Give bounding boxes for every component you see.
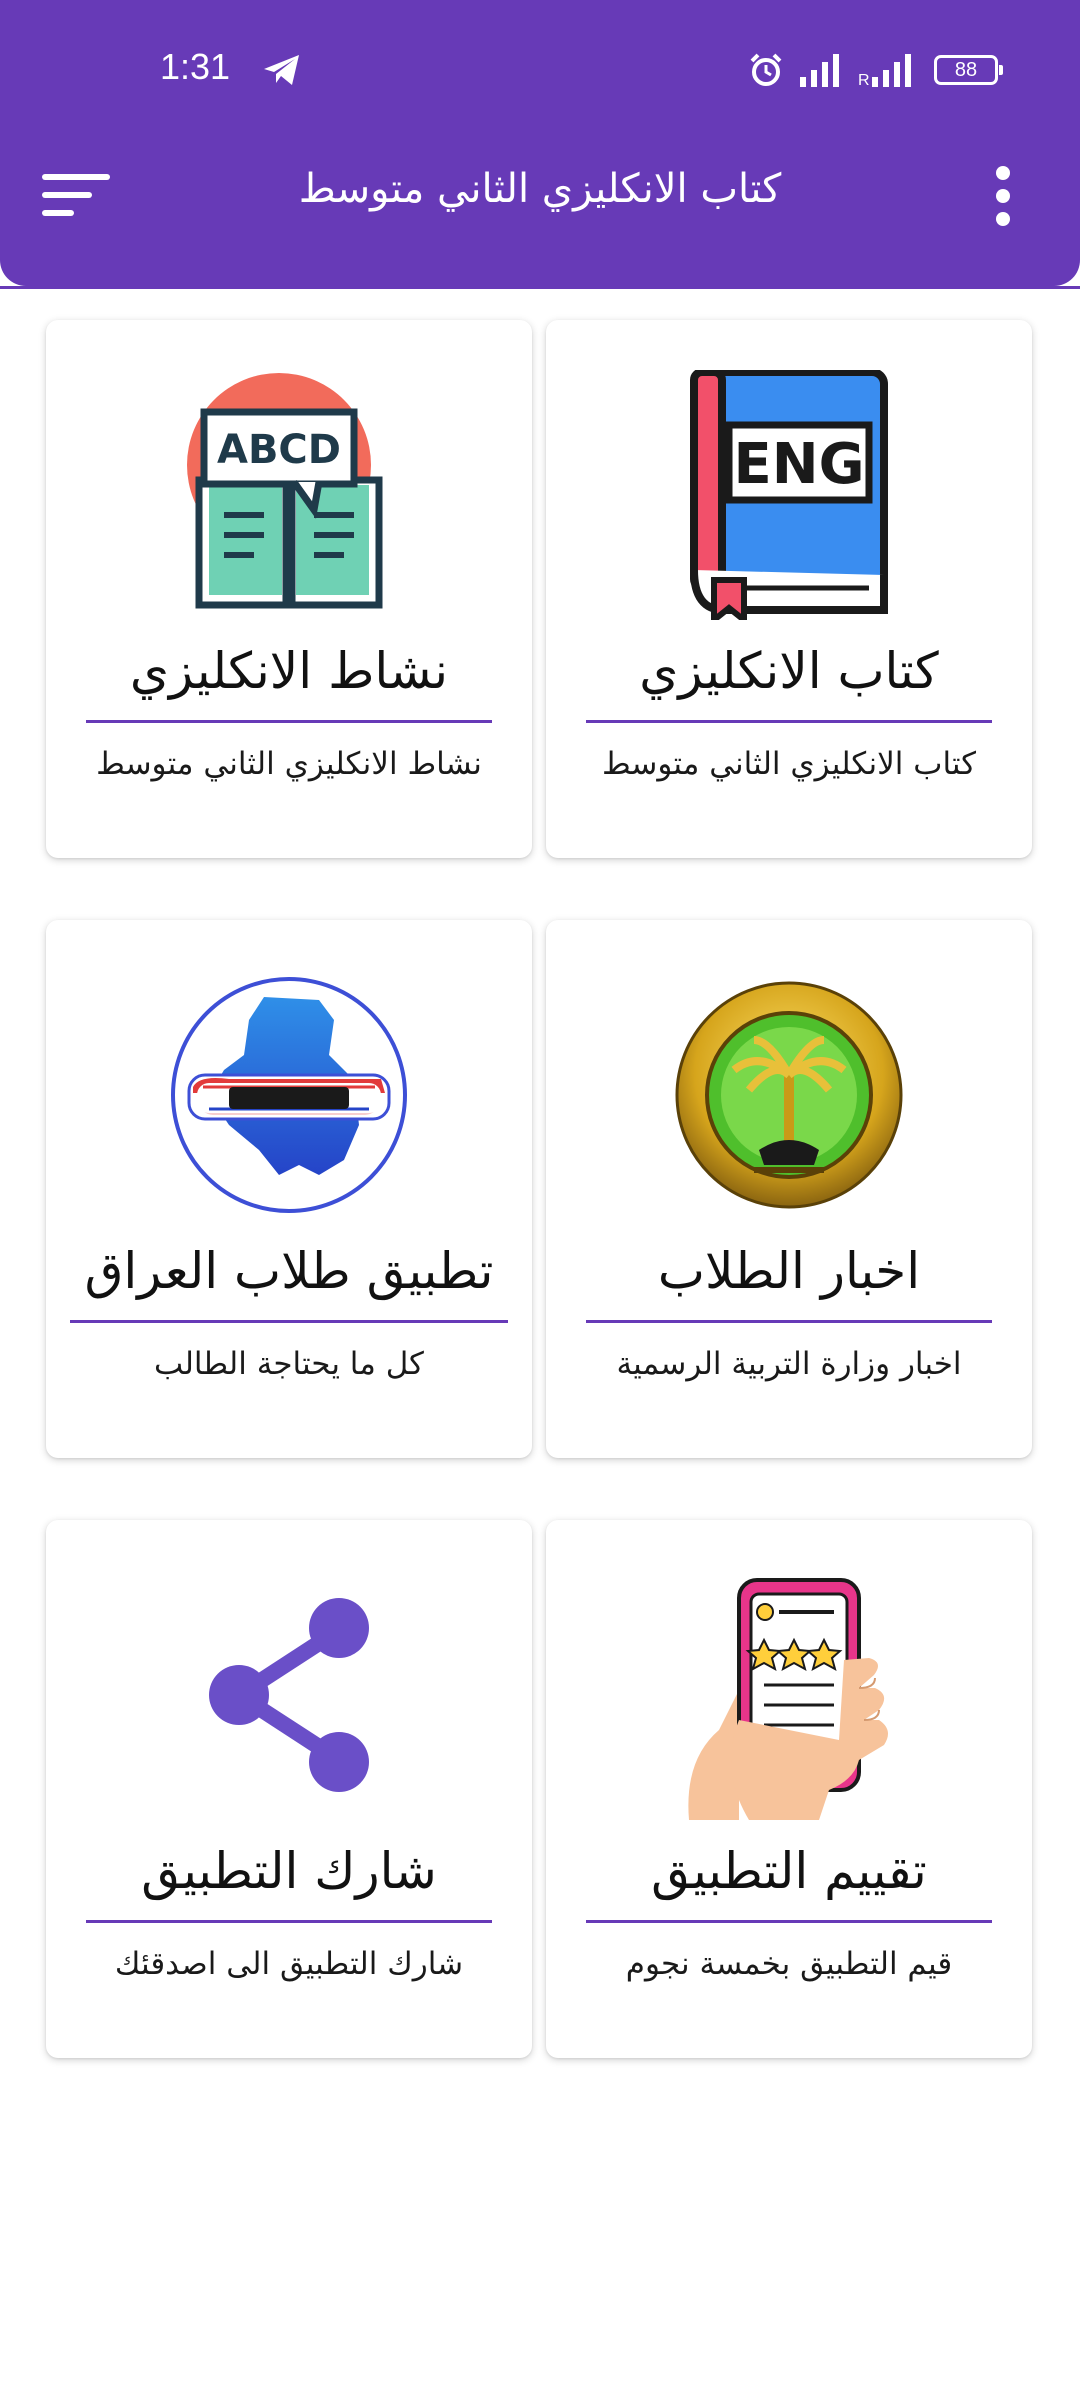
status-icons: R 88: [748, 50, 1003, 90]
card-subtitle: كل ما يحتاجة الطالب: [154, 1346, 424, 1382]
divider: [586, 720, 992, 723]
divider: [586, 1320, 992, 1323]
divider: [86, 1920, 492, 1923]
card-iraq-students-app[interactable]: تطبيق طلاب العراق كل ما يحتاجة الطالب: [46, 920, 532, 1458]
card-students-news[interactable]: اخبار الطلاب اخبار وزارة التربية الرسمية: [546, 920, 1032, 1458]
card-title: تقييم التطبيق: [651, 1842, 927, 1900]
divider: [586, 1920, 992, 1923]
battery-indicator: 88: [934, 55, 1003, 85]
signal-icon: [800, 54, 839, 87]
card-title: تطبيق طلاب العراق: [84, 1242, 494, 1300]
ministry-seal-icon: [675, 981, 903, 1209]
svg-text:ABCD: ABCD: [217, 427, 341, 473]
card-share-app[interactable]: شارك التطبيق شارك التطبيق الى اصدقئك: [46, 1520, 532, 2058]
card-subtitle: نشاط الانكليزي الثاني متوسط: [96, 746, 482, 782]
card-title: شارك التطبيق: [141, 1842, 437, 1900]
status-time: 1:31: [160, 46, 231, 87]
card-subtitle: شارك التطبيق الى اصدقئك: [114, 1946, 464, 1982]
card-subtitle: كتاب الانكليزي الثاني متوسط: [601, 746, 977, 782]
activity-book-icon: ABCD: [187, 373, 383, 609]
book-eng-icon: ENG: [690, 370, 888, 620]
divider: [86, 720, 492, 723]
card-rate-app[interactable]: تقييم التطبيق قيم التطبيق بخمسة نجوم: [546, 1520, 1032, 2058]
alarm-icon: [750, 53, 782, 86]
card-english-activity[interactable]: ABCD نشاط الانكليزي نشاط الانكليزي الثان…: [46, 320, 532, 858]
divider: [70, 1320, 508, 1323]
page-title: كتاب الانكليزي الثاني متوسط: [298, 166, 782, 212]
signal-roaming-icon: R: [858, 54, 911, 87]
card-title: اخبار الطلاب: [657, 1242, 921, 1300]
more-options-button[interactable]: [988, 166, 1018, 226]
card-english-book[interactable]: ENG كتاب الانكليزي كتاب الانكليزي الثاني…: [546, 320, 1032, 858]
rate-app-icon: [688, 1578, 888, 1820]
share-icon: [209, 1598, 369, 1792]
svg-text:ENG: ENG: [733, 432, 864, 497]
telegram-icon: [264, 55, 299, 85]
menu-button[interactable]: [42, 172, 112, 222]
card-subtitle: اخبار وزارة التربية الرسمية: [616, 1346, 962, 1382]
iraq-students-logo-icon: [171, 977, 407, 1213]
svg-text:R: R: [858, 72, 870, 87]
card-title: نشاط الانكليزي: [129, 642, 449, 700]
app-bar-divider: [0, 286, 1080, 289]
card-subtitle: قيم التطبيق بخمسة نجوم: [625, 1946, 953, 1982]
app-bar: 1:31 R 88 كتاب الانكليزي الثاني متوسط: [0, 0, 1080, 286]
card-title: كتاب الانكليزي: [639, 642, 939, 700]
